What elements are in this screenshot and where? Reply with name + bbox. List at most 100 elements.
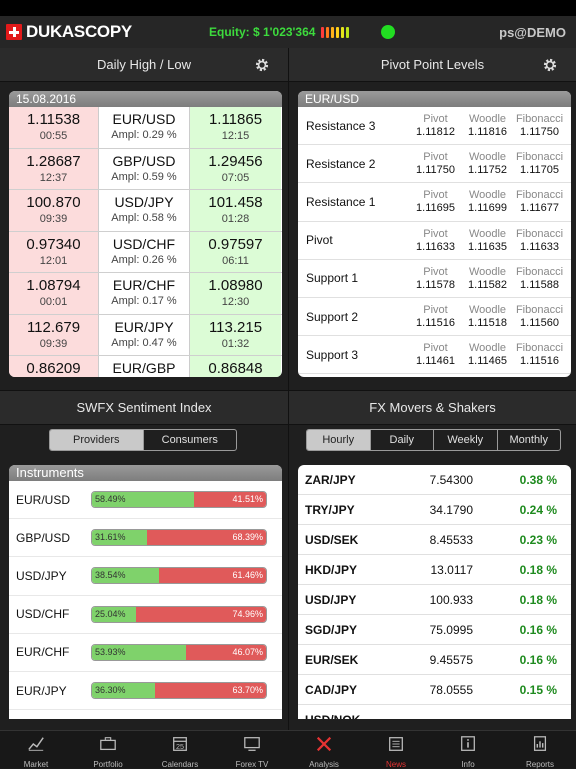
pivot-cell: Fibonacci 1.11588 <box>514 266 565 291</box>
pivot-row: Support 2 Pivot 1.11516 Woodle 1.11518 Fibona… <box>298 298 571 337</box>
newspaper-icon <box>389 737 403 751</box>
mover-row[interactable]: USD/NOK <box>298 705 571 720</box>
daily-low-cell: 112.679 09:39 <box>9 314 98 355</box>
gear-icon[interactable] <box>254 57 270 73</box>
high-low-row[interactable]: 112.679 09:39 EUR/JPY Ampl: 0.47 % 113.215 01… <box>9 314 282 356</box>
sentiment-bar: 31.61% 68.39% <box>91 529 267 547</box>
daily-low-cell: 100.870 09:39 <box>9 190 98 231</box>
pivot-method-label: Pivot <box>423 151 448 164</box>
high-low-row[interactable]: 1.28687 12:37 GBP/USD Ampl: 0.59 % 1.29456 07… <box>9 148 282 190</box>
pivot-row: Resistance 2 Pivot 1.11750 Woodle 1.11752 Fib… <box>298 145 571 184</box>
daily-low-time: 00:01 <box>39 296 68 308</box>
gear-icon[interactable] <box>542 57 558 73</box>
sentiment-tab-providers[interactable]: Providers <box>50 430 144 450</box>
info-icon <box>461 736 475 751</box>
pivot-cell: Fibonacci 1.11705 <box>514 151 565 176</box>
high-low-row[interactable]: 0.97340 12:01 USD/CHF Ampl: 0.26 % 0.97597 06… <box>9 231 282 273</box>
pivot-cell: Woodle 1.11699 <box>462 189 513 214</box>
movers-segmented-control: Hourly Daily Weekly Monthly <box>306 429 561 451</box>
high-low-row[interactable]: 1.11538 00:55 EUR/USD Ampl: 0.29 % 1.11865 12… <box>9 107 282 149</box>
amplitude-value: Ampl: 0.58 % <box>111 212 177 224</box>
sentiment-row[interactable]: EUR/USD 58.49% 41.51% <box>9 481 282 520</box>
amplitude-value: Ampl: 0.47 % <box>111 336 177 349</box>
sentiment-card: Instruments EUR/USD 58.49% 41.51% GBP/USD 31… <box>9 465 282 719</box>
tab-calendars[interactable]: 25 Calendars <box>144 731 216 769</box>
sentiment-row[interactable]: EUR/JPY 36.30% 63.70% <box>9 672 282 711</box>
mover-change: 0.24 % <box>519 502 557 517</box>
movers-tab-weekly[interactable]: Weekly <box>434 430 498 450</box>
pivot-card: EUR/USD Resistance 3 Pivot 1.11812 Woodle 1.… <box>298 91 571 377</box>
amplitude-value: Ampl: 0.29 % <box>111 129 177 141</box>
daily-high-time: 07:05 <box>221 171 250 184</box>
tab-market[interactable]: Market <box>0 731 72 769</box>
mover-row[interactable]: USD/JPY 100.933 0.18 % <box>298 585 571 615</box>
daily-low-value: 112.679 <box>26 318 81 336</box>
mover-row[interactable]: HKD/JPY 13.0117 0.18 % <box>298 555 571 585</box>
sentiment-tab-consumers[interactable]: Consumers <box>144 430 237 450</box>
pivot-level-name: Support 3 <box>306 347 359 362</box>
sentiment-instrument: EUR/USD <box>16 492 71 507</box>
pivot-pair: EUR/USD <box>298 91 571 107</box>
mover-row[interactable]: EUR/SEK 9.45575 0.16 % <box>298 645 571 675</box>
mover-instrument: ZAR/JPY <box>305 472 356 487</box>
movers-list: ZAR/JPY 7.54300 0.38 % TRY/JPY 34.1790 0.24 %… <box>298 465 571 719</box>
mover-rate: 100.933 <box>429 592 473 607</box>
daily-low-value: 100.870 <box>26 194 81 211</box>
pivot-method-label: Pivot <box>423 227 448 240</box>
pivot-value: 1.11752 <box>468 164 507 177</box>
instrument-cell: USD/JPY Ampl: 0.58 % <box>98 190 190 231</box>
mover-row[interactable]: CAD/JPY 78.0555 0.15 % <box>298 675 571 705</box>
mover-row[interactable]: TRY/JPY 34.1790 0.24 % <box>298 495 571 525</box>
mover-change: 0.18 % <box>519 592 557 607</box>
tab-analysis[interactable]: Analysis <box>288 731 360 769</box>
pivot-cell: Woodle 1.11518 <box>462 304 513 329</box>
connection-strength-bars <box>321 26 350 38</box>
movers-header: FX Movers & Shakers <box>289 391 576 425</box>
high-low-row[interactable]: 0.86209 EUR/GBP 0.86848 <box>9 356 282 377</box>
high-low-row[interactable]: 1.08794 00:01 EUR/CHF Ampl: 0.17 % 1.08980 12… <box>9 273 282 315</box>
tab-reports[interactable]: Reports <box>504 731 576 769</box>
mover-instrument: USD/SEK <box>305 532 359 547</box>
movers-tab-hourly[interactable]: Hourly <box>307 430 371 450</box>
equity-indicator[interactable]: Equity: $ 1'023'364 <box>209 16 350 48</box>
tab-info[interactable]: Info <box>432 731 504 769</box>
sentiment-row[interactable]: GBP/USD 31.61% 68.39% <box>9 519 282 558</box>
pivot-method-label: Woodle <box>468 265 507 278</box>
pivot-cell: Fibonacci 1.11516 <box>514 342 565 367</box>
mover-row[interactable]: ZAR/JPY 7.54300 0.38 % <box>298 465 571 495</box>
market-chart-icon <box>28 737 44 751</box>
mover-row[interactable]: SGD/JPY 75.0995 0.16 % <box>298 615 571 645</box>
movers-title: FX Movers & Shakers <box>369 400 496 415</box>
sentiment-bar: 53.93% 46.07% <box>91 643 267 661</box>
daily-high-value: 1.08980 <box>208 277 263 294</box>
movers-tab-monthly[interactable]: Monthly <box>498 430 561 450</box>
high-low-card: 15.08.2016 1.11538 00:55 EUR/USD Ampl: 0.29… <box>9 91 282 377</box>
high-low-row[interactable]: 100.870 09:39 USD/JPY Ampl: 0.58 % 101.458 01… <box>9 190 282 232</box>
daily-high-value: 0.97597 <box>208 235 263 253</box>
pivot-cell: Woodle 1.11752 <box>462 151 513 176</box>
daily-high-cell: 101.458 01:28 <box>190 190 281 231</box>
sentiment-segmented-control: Providers Consumers <box>49 429 237 451</box>
daily-high-time: 06:11 <box>222 254 249 267</box>
tab-forex-tv[interactable]: Forex TV <box>216 731 288 769</box>
sentiment-row[interactable]: USD/CHF 25.04% 74.96% <box>9 596 282 634</box>
pivot-value: 1.11518 <box>468 317 507 330</box>
daily-high-time: 01:28 <box>221 213 250 225</box>
pivot-level-name: Support 2 <box>306 309 359 324</box>
tab-portfolio[interactable]: Portfolio <box>72 731 144 769</box>
long-position-bar: 53.93% <box>92 644 186 660</box>
tab-news[interactable]: News <box>360 731 432 769</box>
mover-row[interactable]: USD/SEK 8.45533 0.23 % <box>298 525 571 555</box>
movers-tab-daily[interactable]: Daily <box>371 430 434 450</box>
short-position-bar: 63.70% <box>155 683 266 699</box>
short-position-bar: 61.46% <box>159 568 266 584</box>
amplitude-value: Ampl: 0.59 % <box>111 170 177 183</box>
sentiment-list: EUR/USD 58.49% 41.51% GBP/USD 31.61% 68.39% US… <box>9 481 282 711</box>
sentiment-row[interactable]: EUR/CHF 53.93% 46.07% <box>9 634 282 672</box>
user-account[interactable]: ps@DEMO <box>499 16 566 48</box>
pivot-value: 1.11750 <box>520 126 559 139</box>
sentiment-row[interactable]: USD/JPY 38.54% 61.46% <box>9 557 282 596</box>
tools-icon <box>316 736 332 752</box>
mover-change: 0.15 % <box>519 682 557 697</box>
pivot-value: 1.11699 <box>468 202 507 215</box>
